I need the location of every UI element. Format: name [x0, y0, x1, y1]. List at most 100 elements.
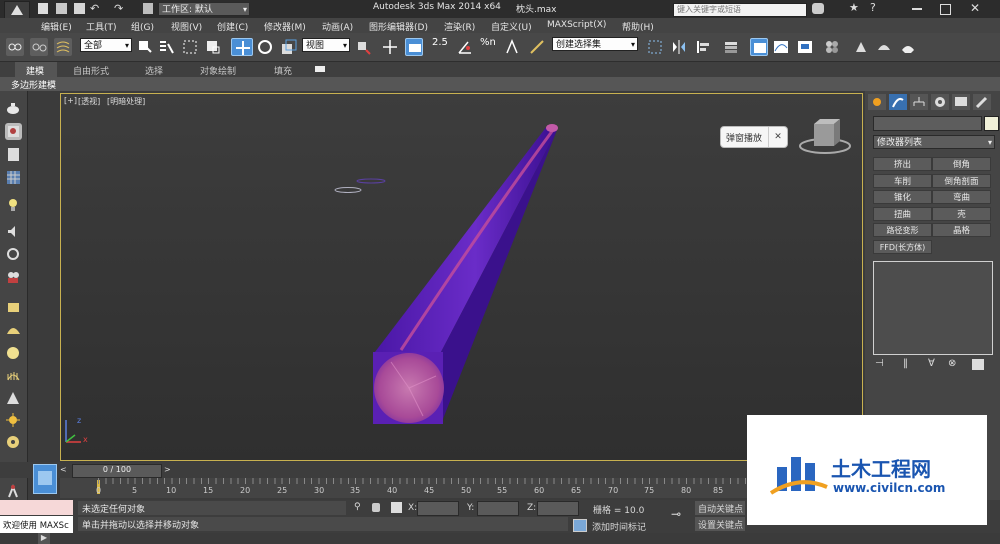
- hemisphere-icon[interactable]: [5, 322, 22, 339]
- extrude-button[interactable]: 挤出: [873, 157, 932, 171]
- help-icon[interactable]: ?: [870, 1, 876, 14]
- unlink-icon[interactable]: [30, 38, 48, 56]
- hold-icon[interactable]: [143, 3, 153, 14]
- object-color-swatch[interactable]: [984, 116, 999, 131]
- selection-set-icon[interactable]: [646, 38, 664, 56]
- configure-sets-icon[interactable]: [972, 359, 984, 370]
- motion-tab-icon[interactable]: [931, 94, 949, 110]
- angle-snap-label[interactable]: 2.5: [432, 37, 448, 48]
- curve-editor-icon[interactable]: [772, 38, 790, 56]
- quick-open-icon[interactable]: [56, 3, 67, 14]
- bind-spacewarp-icon[interactable]: [54, 38, 72, 56]
- layer-manager-icon[interactable]: [722, 38, 740, 56]
- reference-coordinate-dropdown[interactable]: 视图 ▾: [302, 38, 350, 52]
- select-by-name-icon[interactable]: [158, 38, 176, 56]
- cage-icon[interactable]: [5, 368, 22, 385]
- render-production-icon[interactable]: [899, 38, 917, 56]
- select-scale-icon[interactable]: [280, 38, 298, 56]
- search-field[interactable]: 键入关键字或短语: [673, 3, 807, 17]
- percent-snap-label[interactable]: %n: [480, 37, 496, 48]
- menu-edit[interactable]: 编辑(E): [41, 20, 72, 33]
- scene-explorer-icon[interactable]: [5, 146, 22, 163]
- lock-selection-icon[interactable]: [372, 503, 380, 512]
- mirror-icon[interactable]: [670, 38, 688, 56]
- render-frame-icon[interactable]: [5, 123, 22, 140]
- menu-views[interactable]: 视图(V): [171, 20, 202, 33]
- z-coordinate-field[interactable]: [537, 501, 579, 516]
- mini-curve-toggle[interactable]: [33, 464, 57, 494]
- sphere-icon[interactable]: [5, 345, 22, 362]
- rendered-frame-icon[interactable]: [875, 38, 893, 56]
- rect-region-icon[interactable]: [181, 38, 199, 56]
- angle-snap-icon[interactable]: [456, 38, 474, 56]
- create-tab-icon[interactable]: [868, 94, 886, 110]
- taper-button[interactable]: 锥化: [873, 190, 932, 204]
- rig-icon[interactable]: [5, 483, 22, 500]
- window-crossing-icon[interactable]: [204, 38, 222, 56]
- modifier-stack-list[interactable]: [873, 261, 993, 355]
- display-tab-icon[interactable]: [952, 94, 970, 110]
- tab-modeling[interactable]: 建模: [26, 64, 44, 77]
- workspace-dropdown[interactable]: 工作区: 默认 ▾: [158, 2, 250, 16]
- spinner-snap-icon[interactable]: [503, 38, 521, 56]
- time-slider-next[interactable]: >: [164, 465, 171, 474]
- schematic-view-icon[interactable]: [796, 38, 814, 56]
- expand-arrow-icon[interactable]: ▶: [38, 532, 50, 544]
- perspective-viewport[interactable]: [+] [透视] [明暗处理] z x 弹窗播放 ✕: [60, 93, 863, 461]
- quick-new-icon[interactable]: [38, 3, 48, 14]
- close-icon[interactable]: ✕: [970, 1, 980, 15]
- lattice-button[interactable]: 晶格: [932, 223, 991, 237]
- bevel-profile-button[interactable]: 倒角剖面: [932, 174, 991, 188]
- cone-icon[interactable]: [5, 390, 22, 407]
- menu-tools[interactable]: 工具(T): [86, 20, 117, 33]
- popup-close-button[interactable]: ✕: [768, 127, 787, 147]
- path-deform-button[interactable]: 路径变形 (WSM): [873, 223, 932, 249]
- time-slider-prev[interactable]: <: [60, 465, 67, 474]
- shell-button[interactable]: 壳: [932, 207, 991, 221]
- polygon-modeling-label[interactable]: 多边形建模: [11, 78, 56, 91]
- link-icon[interactable]: [6, 38, 24, 56]
- bend-button[interactable]: 弯曲: [932, 190, 991, 204]
- menu-group[interactable]: 组(G): [131, 20, 154, 33]
- undo-icon[interactable]: ↶: [90, 2, 99, 15]
- menu-modifiers[interactable]: 修改器(M): [264, 20, 306, 33]
- key-icon[interactable]: ⊸: [671, 507, 681, 521]
- selection-filter-dropdown[interactable]: 全部 ▾: [80, 38, 132, 52]
- sun-icon[interactable]: [5, 412, 22, 429]
- time-slider-thumb[interactable]: 0 / 100: [72, 464, 162, 478]
- maxscript-listener-top[interactable]: [0, 500, 73, 515]
- modifier-list-dropdown[interactable]: 修改器列表 ▾: [873, 135, 995, 149]
- binoculars-icon[interactable]: [812, 3, 824, 14]
- box-icon[interactable]: [5, 299, 22, 316]
- isolate-icon[interactable]: ⚲: [354, 502, 361, 512]
- teapot-icon[interactable]: [5, 100, 22, 117]
- motion-icon[interactable]: [5, 246, 22, 263]
- show-end-result-icon[interactable]: ‖: [903, 358, 908, 369]
- trackbar[interactable]: 0 5 10 15 20 25 30 35 40 45 50 55 60 65 …: [60, 478, 865, 498]
- menu-rendering[interactable]: 渲染(R): [444, 20, 475, 33]
- torus-icon[interactable]: [5, 434, 22, 451]
- menu-maxscript[interactable]: MAXScript(X): [547, 20, 606, 30]
- named-selection-dropdown[interactable]: 创建选择集 ▾: [552, 37, 638, 51]
- maximize-icon[interactable]: [940, 4, 951, 15]
- twist-button[interactable]: 扭曲: [873, 207, 932, 221]
- x-coordinate-field[interactable]: [417, 501, 459, 516]
- bevel-button[interactable]: 倒角: [932, 157, 991, 171]
- maxscript-listener[interactable]: 欢迎使用 MAXSc: [0, 516, 73, 533]
- star-icon[interactable]: ★: [849, 1, 859, 14]
- absolute-mode-icon[interactable]: [391, 502, 402, 513]
- material-editor-icon[interactable]: [823, 38, 841, 56]
- render-setup-icon[interactable]: [852, 38, 870, 56]
- tab-object-paint[interactable]: 对象绘制: [200, 64, 236, 77]
- make-unique-icon[interactable]: ∀: [928, 358, 935, 369]
- menu-customize[interactable]: 自定义(U): [491, 20, 532, 33]
- tab-freeform[interactable]: 自由形式: [73, 64, 109, 77]
- set-key-button[interactable]: 设置关键点: [695, 517, 745, 531]
- pivot-center-icon[interactable]: [354, 38, 372, 56]
- menu-help[interactable]: 帮助(H): [622, 20, 654, 33]
- menu-create[interactable]: 创建(C): [217, 20, 248, 33]
- remove-modifier-icon[interactable]: ⊗: [948, 358, 956, 369]
- sound-icon[interactable]: [5, 223, 22, 240]
- add-time-tag-icon[interactable]: [573, 519, 587, 532]
- tab-selection[interactable]: 选择: [145, 64, 163, 77]
